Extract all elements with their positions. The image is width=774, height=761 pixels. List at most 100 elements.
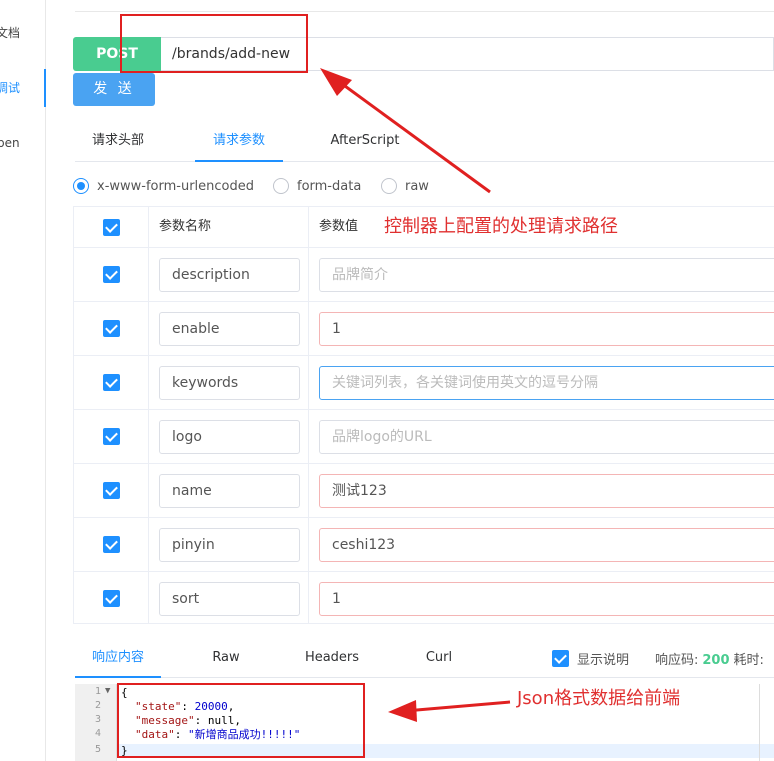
sidebar-item-open[interactable]: pen bbox=[0, 124, 46, 162]
checkbox-cell bbox=[74, 302, 149, 355]
line-number: 2 bbox=[94, 700, 101, 711]
sidebar-item-debug[interactable]: 调试 bbox=[0, 69, 46, 107]
sidebar: 文档 调试 pen bbox=[0, 0, 46, 761]
column-header-name: 参数名称 bbox=[159, 219, 212, 234]
line-number: 3 bbox=[94, 714, 101, 725]
name-cell: description bbox=[149, 248, 309, 301]
param-name-input[interactable]: description bbox=[159, 258, 300, 292]
name-cell: name bbox=[149, 464, 309, 517]
send-button[interactable]: 发 送 bbox=[73, 73, 155, 106]
show-description-label: 显示说明 bbox=[577, 653, 630, 668]
radio-dot bbox=[273, 178, 289, 194]
param-value-input[interactable]: 1 bbox=[319, 582, 774, 616]
param-name-input[interactable]: enable bbox=[159, 312, 300, 346]
checkbox-cell bbox=[74, 572, 149, 624]
tab-response-content[interactable]: 响应内容 bbox=[75, 640, 161, 678]
checkbox-cell bbox=[74, 464, 149, 517]
table-row: sort 1 bbox=[74, 572, 774, 624]
sidebar-item-label: 调试 bbox=[0, 81, 21, 95]
json-highlight-box bbox=[117, 683, 365, 758]
radio-label: raw bbox=[405, 178, 429, 194]
row-checkbox[interactable] bbox=[102, 536, 120, 553]
response-status: 响应码: 200 耗时: bbox=[655, 649, 764, 668]
checkbox-cell bbox=[74, 356, 149, 409]
value-cell: 1 bbox=[309, 302, 774, 355]
radio-label: x-www-form-urlencoded bbox=[97, 178, 255, 194]
header-checkbox-cell bbox=[74, 207, 149, 247]
name-cell: keywords bbox=[149, 356, 309, 409]
radio-label: form-data bbox=[297, 178, 362, 194]
value-cell: 测试123 bbox=[309, 464, 774, 517]
table-row: name 测试123 bbox=[74, 464, 774, 518]
row-checkbox[interactable] bbox=[102, 266, 120, 283]
tab-params[interactable]: 请求参数 bbox=[195, 122, 283, 162]
json-annotation: Json格式数据给前端 bbox=[517, 688, 681, 709]
line-number: 4 bbox=[94, 728, 101, 739]
url-highlight-box bbox=[120, 14, 308, 73]
row-checkbox[interactable] bbox=[102, 320, 120, 337]
name-cell: logo bbox=[149, 410, 309, 463]
row-checkbox[interactable] bbox=[102, 374, 120, 391]
row-checkbox[interactable] bbox=[102, 589, 120, 607]
editor-divider bbox=[759, 684, 760, 761]
header-name-cell: 参数名称 bbox=[149, 207, 309, 247]
sidebar-item-docs[interactable]: 文档 bbox=[0, 14, 46, 52]
value-cell: 1 bbox=[309, 572, 774, 624]
table-row: description 品牌简介 bbox=[74, 248, 774, 302]
request-tabs: 请求头部 请求参数 AfterScript bbox=[75, 122, 774, 162]
tab-response-headers[interactable]: Headers bbox=[297, 640, 367, 678]
table-row: enable 1 bbox=[74, 302, 774, 356]
name-cell: sort bbox=[149, 572, 309, 624]
param-name-input[interactable]: logo bbox=[159, 420, 300, 454]
param-name-input[interactable]: keywords bbox=[159, 366, 300, 400]
checkbox-cell bbox=[74, 248, 149, 301]
value-cell: 关键词列表，各关键词使用英文的逗号分隔 bbox=[309, 356, 774, 409]
select-all-checkbox[interactable] bbox=[102, 218, 120, 236]
value-cell: 品牌简介 bbox=[309, 248, 774, 301]
table-row: keywords 关键词列表，各关键词使用英文的逗号分隔 bbox=[74, 356, 774, 410]
row-checkbox[interactable] bbox=[102, 482, 120, 499]
show-description-checkbox[interactable] bbox=[552, 650, 569, 667]
checkbox-cell bbox=[74, 518, 149, 571]
param-name-input[interactable]: sort bbox=[159, 582, 300, 616]
sidebar-item-label: pen bbox=[0, 136, 20, 150]
radio-raw[interactable]: raw bbox=[381, 176, 429, 196]
radio-dot bbox=[73, 178, 89, 194]
radio-dot bbox=[381, 178, 397, 194]
status-code-label: 响应码: bbox=[655, 653, 699, 668]
param-value-input[interactable]: 1 bbox=[319, 312, 774, 346]
tab-raw[interactable]: Raw bbox=[195, 640, 257, 678]
name-cell: pinyin bbox=[149, 518, 309, 571]
line-gutter: 1 2 3 4 5 ▼ bbox=[75, 684, 117, 761]
sidebar-item-label: 文档 bbox=[0, 26, 21, 40]
status-code-value: 200 bbox=[702, 653, 730, 668]
table-row: pinyin ceshi123 bbox=[74, 518, 774, 572]
param-value-input[interactable]: 品牌简介 bbox=[319, 258, 774, 292]
elapsed-time-label: 耗时: bbox=[733, 653, 764, 668]
show-description-toggle[interactable]: 显示说明 bbox=[552, 649, 629, 668]
top-header-strip bbox=[75, 0, 774, 12]
path-annotation: 控制器上配置的处理请求路径 bbox=[384, 216, 618, 237]
param-value-input[interactable]: 关键词列表，各关键词使用英文的逗号分隔 bbox=[319, 366, 774, 400]
param-value-input[interactable]: ceshi123 bbox=[319, 528, 774, 562]
tab-afterscript[interactable]: AfterScript bbox=[321, 122, 409, 162]
value-cell: 品牌logo的URL bbox=[309, 410, 774, 463]
radio-form-data[interactable]: form-data bbox=[273, 176, 361, 196]
radio-urlencoded[interactable]: x-www-form-urlencoded bbox=[73, 176, 254, 196]
param-value-input[interactable]: 测试123 bbox=[319, 474, 774, 508]
line-number: 1 bbox=[94, 686, 101, 697]
checkbox-cell bbox=[74, 410, 149, 463]
param-name-input[interactable]: name bbox=[159, 474, 300, 508]
line-number: 5 bbox=[94, 744, 101, 755]
column-header-value: 参数值 bbox=[319, 219, 359, 234]
fold-arrow-icon[interactable]: ▼ bbox=[105, 686, 110, 696]
tab-headers[interactable]: 请求头部 bbox=[75, 122, 161, 162]
param-value-input[interactable]: 品牌logo的URL bbox=[319, 420, 774, 454]
value-cell: ceshi123 bbox=[309, 518, 774, 571]
table-row: logo 品牌logo的URL bbox=[74, 410, 774, 464]
tab-curl[interactable]: Curl bbox=[411, 640, 467, 678]
row-checkbox[interactable] bbox=[102, 428, 120, 445]
params-table: 参数名称 参数值 description 品牌简介 enable 1 keywo… bbox=[73, 206, 774, 624]
param-name-input[interactable]: pinyin bbox=[159, 528, 300, 562]
name-cell: enable bbox=[149, 302, 309, 355]
